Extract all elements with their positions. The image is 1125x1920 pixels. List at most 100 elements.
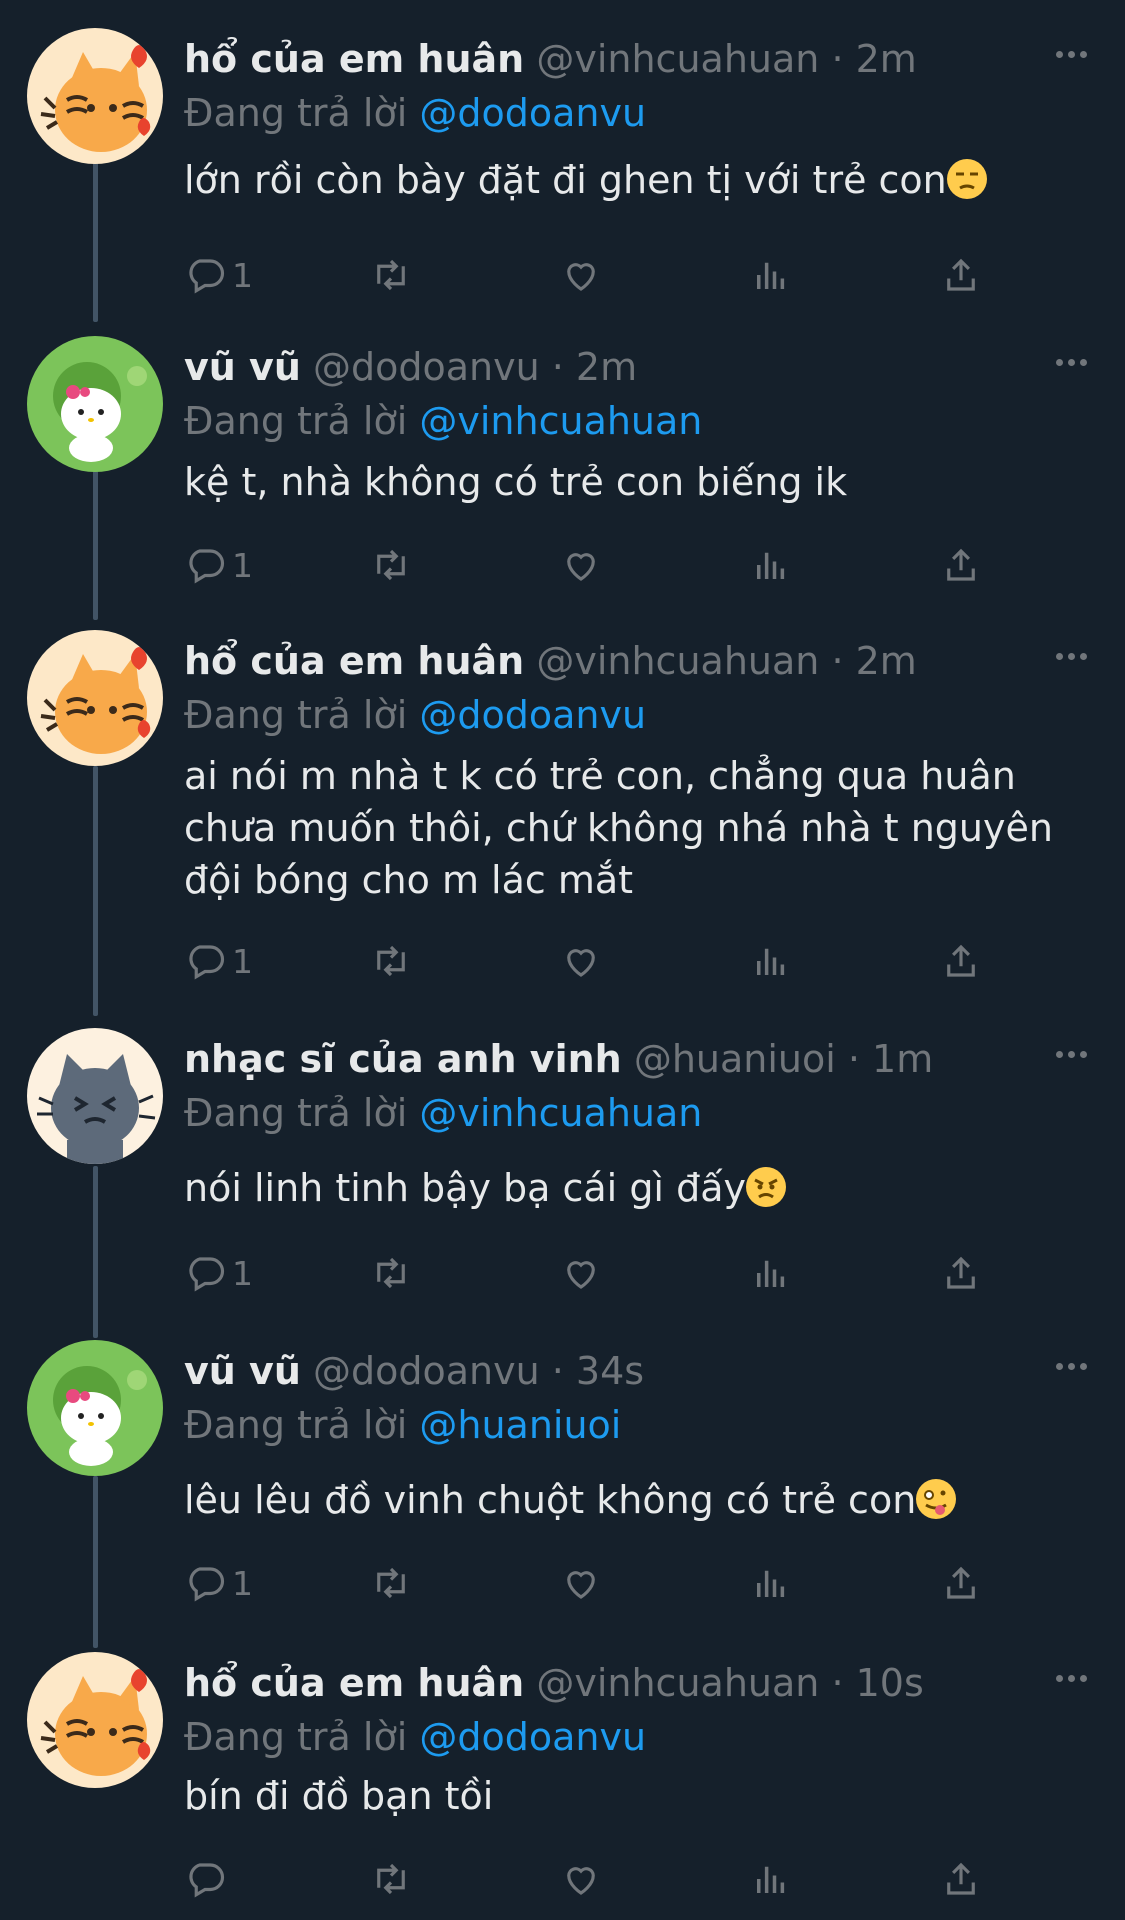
more-icon[interactable] — [1053, 352, 1089, 372]
author-name[interactable]: vũ vũ — [184, 1349, 301, 1393]
retweet-button[interactable] — [370, 540, 412, 590]
reply-button[interactable]: 1 — [184, 540, 253, 590]
views-icon — [757, 1570, 785, 1597]
views-icon — [757, 552, 785, 579]
author-name[interactable]: nhạc sĩ của anh vinh — [184, 1037, 622, 1081]
tiger-avatar[interactable] — [27, 630, 163, 766]
tweet[interactable]: hổ của em huân @vinhcuahuan · 10s Đang t… — [0, 1652, 1125, 1920]
views-icon — [757, 948, 785, 975]
replying-to: Đang trả lời @vinhcuahuan — [184, 1086, 702, 1140]
share-button[interactable] — [940, 1558, 982, 1608]
replying-to-label: Đang trả lời — [184, 1091, 408, 1135]
replying-to: Đang trả lời @huaniuoi — [184, 1398, 621, 1452]
tiger-avatar[interactable] — [27, 28, 163, 164]
views-button[interactable] — [750, 1248, 792, 1298]
like-button[interactable] — [560, 540, 602, 590]
share-icon — [947, 1566, 975, 1599]
tweet-text-content: nói linh tinh bậy bạ cái gì đấy — [184, 1166, 746, 1210]
like-icon — [567, 1571, 595, 1599]
replying-to-handle[interactable]: @vinhcuahuan — [419, 1091, 702, 1135]
share-icon — [947, 548, 975, 581]
hello-kitty-avatar[interactable] — [27, 1340, 163, 1476]
tweet[interactable]: vũ vũ @dodoanvu · 34s Đang trả lời @huan… — [0, 1340, 1125, 1620]
share-button[interactable] — [940, 540, 982, 590]
replying-to-label: Đang trả lời — [184, 1715, 408, 1759]
more-icon[interactable] — [1053, 1044, 1089, 1064]
tiger-avatar[interactable] — [27, 1652, 163, 1788]
replying-to-handle[interactable]: @vinhcuahuan — [419, 399, 702, 443]
tweet[interactable]: hổ của em huân @vinhcuahuan · 2m Đang tr… — [0, 28, 1125, 308]
zany-face-emoji — [916, 1479, 957, 1519]
share-icon — [947, 258, 975, 291]
like-button[interactable] — [560, 1854, 602, 1904]
share-icon — [947, 1862, 975, 1895]
more-icon[interactable] — [1053, 1668, 1089, 1688]
more-icon[interactable] — [1053, 646, 1089, 666]
author-name[interactable]: hổ của em huân — [184, 37, 524, 81]
more-icon[interactable] — [1053, 1356, 1089, 1376]
share-icon — [947, 1256, 975, 1289]
views-button[interactable] — [750, 1854, 792, 1904]
replying-to-handle[interactable]: @dodoanvu — [419, 91, 646, 135]
share-button[interactable] — [940, 250, 982, 300]
tweet-text: lêu lêu đồ vinh chuột không có trẻ con — [184, 1474, 1064, 1526]
replying-to-handle[interactable]: @dodoanvu — [419, 693, 646, 737]
views-icon — [757, 1260, 785, 1287]
reply-button[interactable] — [184, 1854, 232, 1904]
tweet[interactable]: hổ của em huân @vinhcuahuan · 2m Đang tr… — [0, 630, 1125, 990]
tweet[interactable]: vũ vũ @dodoanvu · 2m Đang trả lời @vinhc… — [0, 336, 1125, 596]
tweet-text: lớn rồi còn bày đặt đi ghen tị với trẻ c… — [184, 154, 1064, 206]
views-button[interactable] — [750, 250, 792, 300]
tweet-actions — [184, 1854, 1004, 1904]
tweet-text: bín đi đồ bạn tồi — [184, 1770, 1064, 1822]
views-button[interactable] — [750, 936, 792, 986]
replying-to: Đang trả lời @dodoanvu — [184, 688, 646, 742]
tweet-actions: 1 — [184, 540, 1004, 590]
replying-to-handle[interactable]: @dodoanvu — [419, 1715, 646, 1759]
unamused-face-emoji — [946, 159, 987, 199]
share-button[interactable] — [940, 1248, 982, 1298]
tweet[interactable]: nhạc sĩ của anh vinh @huaniuoi · 1m Đang… — [0, 1028, 1125, 1308]
like-icon — [567, 949, 595, 977]
reply-button[interactable]: 1 — [184, 1248, 253, 1298]
tweet-text-content: lớn rồi còn bày đặt đi ghen tị với trẻ c… — [184, 158, 947, 202]
tweet-text: kệ t, nhà không có trẻ con biếng ik — [184, 456, 1064, 508]
tweet-actions: 1 — [184, 1248, 1004, 1298]
replying-to: Đang trả lời @vinhcuahuan — [184, 394, 702, 448]
tweet-header: vũ vũ @dodoanvu · 2m — [184, 340, 1085, 394]
like-icon — [567, 553, 595, 581]
like-button[interactable] — [560, 936, 602, 986]
share-button[interactable] — [940, 936, 982, 986]
retweet-button[interactable] — [370, 1558, 412, 1608]
author-name[interactable]: hổ của em huân — [184, 639, 524, 683]
tweet-actions: 1 — [184, 1558, 1004, 1608]
author-handle-time: @vinhcuahuan · 2m — [536, 37, 917, 81]
tweet-header: hổ của em huân @vinhcuahuan · 10s — [184, 1656, 1085, 1710]
reply-button[interactable]: 1 — [184, 250, 253, 300]
like-button[interactable] — [560, 1558, 602, 1608]
retweet-button[interactable] — [370, 936, 412, 986]
like-button[interactable] — [560, 1248, 602, 1298]
reply-thread: hổ của em huân @vinhcuahuan · 2m Đang tr… — [0, 0, 1125, 1920]
views-button[interactable] — [750, 540, 792, 590]
like-button[interactable] — [560, 250, 602, 300]
tweet-actions: 1 — [184, 936, 1004, 986]
retweet-button[interactable] — [370, 250, 412, 300]
author-name[interactable]: hổ của em huân — [184, 1661, 524, 1705]
gray-cat-avatar[interactable] — [27, 1028, 163, 1164]
share-button[interactable] — [940, 1854, 982, 1904]
replying-to-label: Đang trả lời — [184, 693, 408, 737]
views-button[interactable] — [750, 1558, 792, 1608]
replying-to: Đang trả lời @dodoanvu — [184, 1710, 646, 1764]
more-icon[interactable] — [1053, 44, 1089, 64]
reply-button[interactable]: 1 — [184, 1558, 253, 1608]
replying-to-label: Đang trả lời — [184, 399, 408, 443]
retweet-button[interactable] — [370, 1248, 412, 1298]
hello-kitty-avatar[interactable] — [27, 336, 163, 472]
tweet-text-content: kệ t, nhà không có trẻ con biếng ik — [184, 460, 848, 504]
author-name[interactable]: vũ vũ — [184, 345, 301, 389]
reply-button[interactable]: 1 — [184, 936, 253, 986]
tweet-text-content: ai nói m nhà t k có trẻ con, chẳng qua h… — [184, 754, 1053, 902]
retweet-button[interactable] — [370, 1854, 412, 1904]
replying-to-handle[interactable]: @huaniuoi — [419, 1403, 621, 1447]
